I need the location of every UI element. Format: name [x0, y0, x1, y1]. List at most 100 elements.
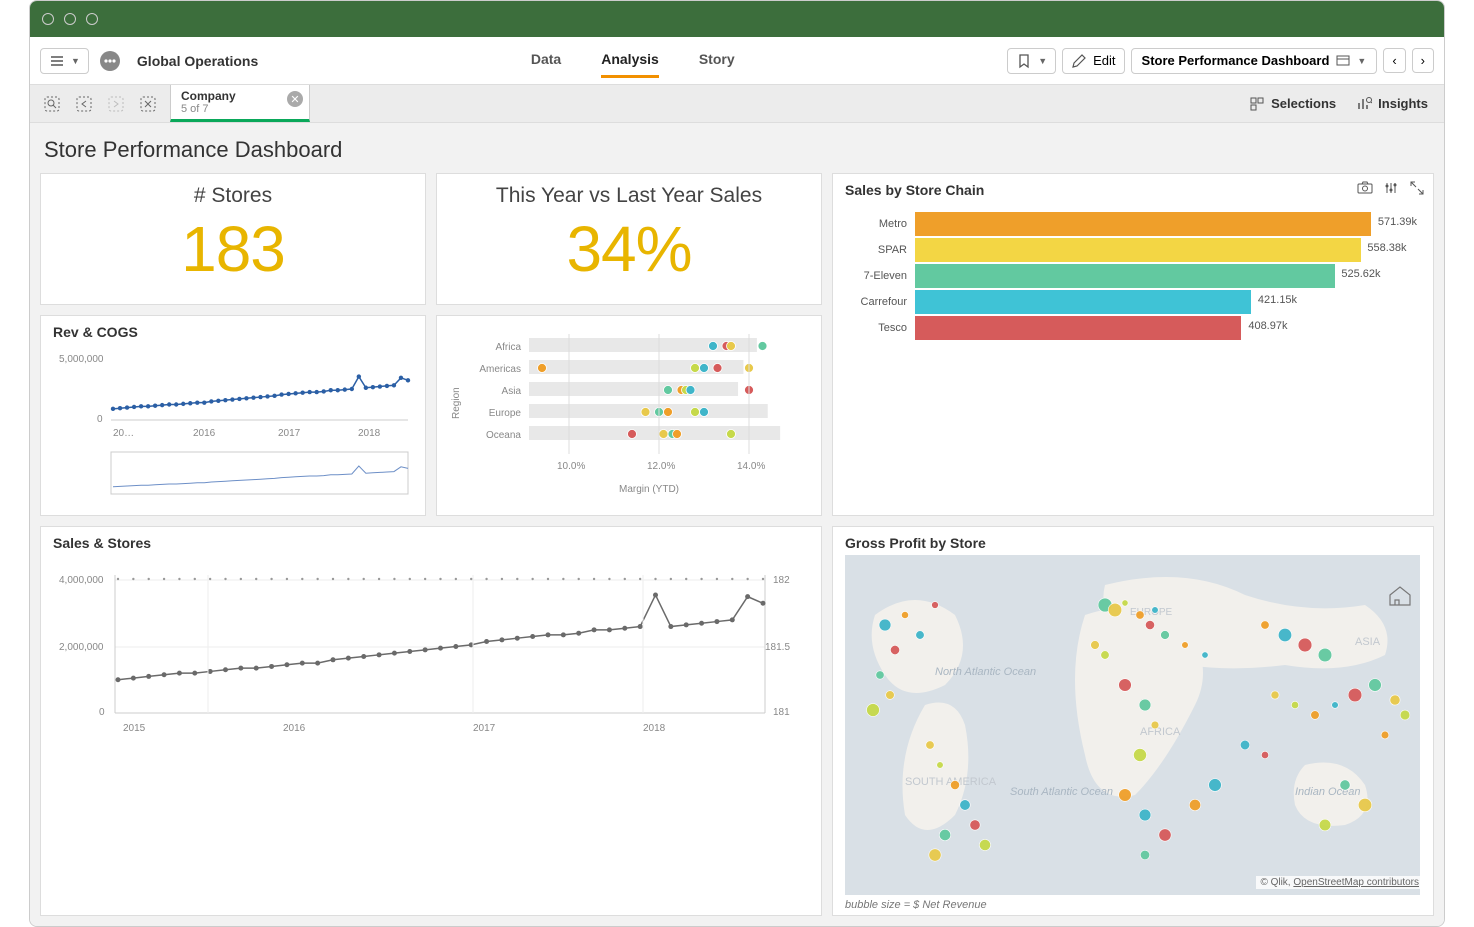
svg-text:2018: 2018 — [358, 428, 381, 439]
clear-selections-button[interactable] — [134, 90, 162, 118]
svg-text:20…: 20… — [113, 428, 134, 439]
clear-filter-icon[interactable]: ✕ — [287, 91, 303, 107]
selections-icon — [1249, 96, 1265, 112]
hamburger-icon — [49, 53, 65, 69]
selections-tool-button[interactable]: Selections — [1249, 96, 1336, 112]
svg-text:12.0%: 12.0% — [647, 461, 675, 472]
svg-text:2017: 2017 — [278, 428, 301, 439]
sheet-icon — [1335, 53, 1351, 69]
chain-bar-row[interactable]: 7-Eleven 525.62k — [845, 264, 1371, 288]
window-minimize-icon[interactable] — [64, 13, 76, 25]
chevron-down-icon: ▼ — [71, 56, 80, 66]
selections-label: Selections — [1271, 96, 1336, 111]
sheet-dropdown[interactable]: Store Performance Dashboard ▼ — [1131, 48, 1378, 74]
map-attribution: © Qlik, OpenStreetMap contributors — [1256, 876, 1423, 889]
filter-field-label: Company — [181, 89, 281, 103]
chevron-down-icon: ▼ — [1038, 56, 1047, 66]
svg-text:14.0%: 14.0% — [737, 461, 765, 472]
sales-stores-card[interactable]: Sales & Stores 4,000,000 2,000,000 0 182… — [40, 526, 822, 916]
region-margin-card[interactable]: Region AfricaAmericasAsiaEuropeOceana 10… — [436, 315, 822, 516]
edit-label: Edit — [1093, 53, 1115, 68]
sales-by-chain-card[interactable]: Sales by Store Chain Metro 571.39kSPAR 5… — [832, 173, 1434, 516]
edit-button[interactable]: Edit — [1062, 48, 1124, 74]
svg-text:South Atlantic Ocean: South Atlantic Ocean — [1010, 786, 1113, 798]
svg-text:0: 0 — [99, 707, 105, 718]
camera-icon[interactable] — [1357, 180, 1373, 196]
rev-cogs-card[interactable]: Rev & COGS 5,000,000 0 20… 2016 2017 201… — [40, 315, 426, 516]
smart-search-button[interactable] — [38, 90, 66, 118]
kpi-yoy-card[interactable]: This Year vs Last Year Sales 34% — [436, 173, 822, 305]
page-title: Store Performance Dashboard — [44, 137, 1434, 163]
svg-text:Asia: Asia — [502, 386, 522, 397]
svg-text:2017: 2017 — [473, 723, 496, 734]
svg-text:2,000,000: 2,000,000 — [59, 642, 104, 653]
svg-text:2015: 2015 — [123, 723, 146, 734]
step-back-button[interactable] — [70, 90, 98, 118]
svg-text:2016: 2016 — [193, 428, 216, 439]
main-toolbar: ▼ Global Operations Data Analysis Story … — [30, 37, 1444, 85]
svg-text:2016: 2016 — [283, 723, 306, 734]
svg-text:Oceana: Oceana — [486, 430, 521, 441]
svg-text:Region: Region — [451, 387, 462, 419]
next-sheet-button[interactable]: › — [1412, 48, 1434, 73]
map-footnote: bubble size = $ Net Revenue — [845, 899, 1421, 911]
world-map[interactable]: North Atlantic Ocean SOUTH AMERICA South… — [845, 555, 1420, 895]
chain-value: 571.39k — [1378, 216, 1417, 228]
sales-by-chain-title: Sales by Store Chain — [845, 182, 1421, 198]
selections-bar: Company 5 of 7 ✕ Selections Insights — [30, 85, 1444, 123]
chain-value: 408.97k — [1248, 320, 1287, 332]
bookmark-button[interactable]: ▼ — [1007, 48, 1056, 74]
region-margin-chart: Region AfricaAmericasAsiaEuropeOceana 10… — [449, 324, 809, 504]
window-zoom-icon[interactable] — [86, 13, 98, 25]
svg-text:10.0%: 10.0% — [557, 461, 585, 472]
exploration-icon[interactable] — [1383, 180, 1399, 196]
menu-button[interactable]: ▼ — [40, 48, 89, 74]
tab-analysis[interactable]: Analysis — [601, 43, 659, 78]
chevron-right-icon: › — [1421, 53, 1425, 68]
gross-profit-map-card[interactable]: Gross Profit by Store North Atlantic Oce… — [832, 526, 1434, 916]
svg-text:ASIA: ASIA — [1355, 636, 1381, 648]
tab-data[interactable]: Data — [531, 43, 561, 78]
bookmark-icon — [1016, 53, 1032, 69]
svg-text:0: 0 — [97, 414, 103, 425]
svg-text:181: 181 — [773, 707, 790, 718]
dashboard-content: Store Performance Dashboard # Stores 183… — [30, 123, 1444, 926]
insights-button[interactable]: Insights — [1356, 96, 1428, 112]
filter-chip-company[interactable]: Company 5 of 7 ✕ — [170, 85, 310, 122]
chain-bar-row[interactable]: Tesco 408.97k — [845, 316, 1371, 340]
prev-sheet-button[interactable]: ‹ — [1383, 48, 1405, 73]
rev-cogs-title: Rev & COGS — [53, 324, 413, 340]
chain-label: Carrefour — [845, 296, 915, 308]
svg-text:5,000,000: 5,000,000 — [59, 354, 104, 365]
kpi-stores-label: # Stores — [41, 184, 425, 208]
chain-bar-row[interactable]: Metro 571.39k — [845, 212, 1371, 236]
svg-text:2018: 2018 — [643, 723, 666, 734]
sales-stores-title: Sales & Stores — [53, 535, 809, 551]
kpi-yoy-label: This Year vs Last Year Sales — [437, 184, 821, 208]
kpi-stores-card[interactable]: # Stores 183 — [40, 173, 426, 305]
sales-stores-chart: 4,000,000 2,000,000 0 182 181.5 181 2015… — [53, 555, 803, 745]
nav-tabs: Data Analysis Story — [531, 43, 735, 78]
chain-bar-row[interactable]: Carrefour 421.15k — [845, 290, 1371, 314]
chain-label: Tesco — [845, 322, 915, 334]
svg-text:Margin (YTD): Margin (YTD) — [619, 484, 679, 495]
app-icon — [99, 50, 121, 72]
step-forward-button[interactable] — [102, 90, 130, 118]
chain-label: 7-Eleven — [845, 270, 915, 282]
svg-text:181.5: 181.5 — [765, 642, 790, 653]
svg-text:North Atlantic Ocean: North Atlantic Ocean — [935, 666, 1036, 678]
chain-label: Metro — [845, 218, 915, 230]
filter-count: 5 of 7 — [181, 103, 281, 115]
window-close-icon[interactable] — [42, 13, 54, 25]
kpi-yoy-value: 34% — [437, 212, 821, 286]
chain-label: SPAR — [845, 244, 915, 256]
osm-link[interactable]: OpenStreetMap contributors — [1293, 877, 1419, 888]
tab-story[interactable]: Story — [699, 43, 735, 78]
insights-label: Insights — [1378, 96, 1428, 111]
insights-icon — [1356, 96, 1372, 112]
svg-text:AFRICA: AFRICA — [1140, 726, 1181, 738]
chain-value: 525.62k — [1341, 268, 1380, 280]
chain-value: 558.38k — [1367, 242, 1406, 254]
fullscreen-icon[interactable] — [1409, 180, 1425, 196]
chain-bar-row[interactable]: SPAR 558.38k — [845, 238, 1371, 262]
